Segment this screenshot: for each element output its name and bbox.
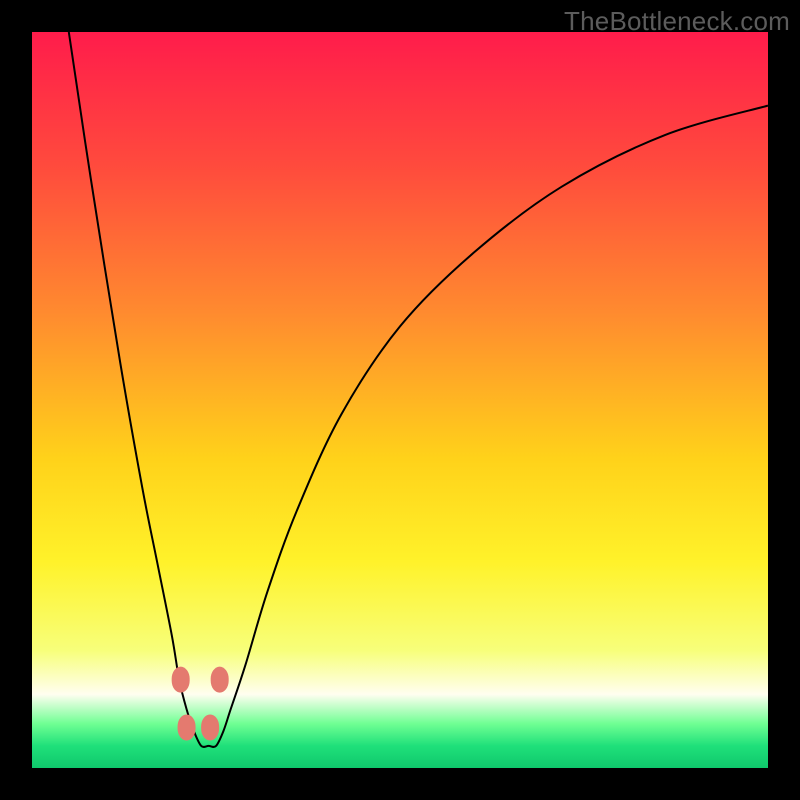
chart-frame: TheBottleneck.com <box>0 0 800 800</box>
curve-marker <box>201 715 219 741</box>
plot-area <box>32 32 768 768</box>
gradient-background <box>32 32 768 768</box>
curve-marker <box>172 667 190 693</box>
chart-svg <box>32 32 768 768</box>
curve-marker <box>211 667 229 693</box>
curve-marker <box>178 715 196 741</box>
